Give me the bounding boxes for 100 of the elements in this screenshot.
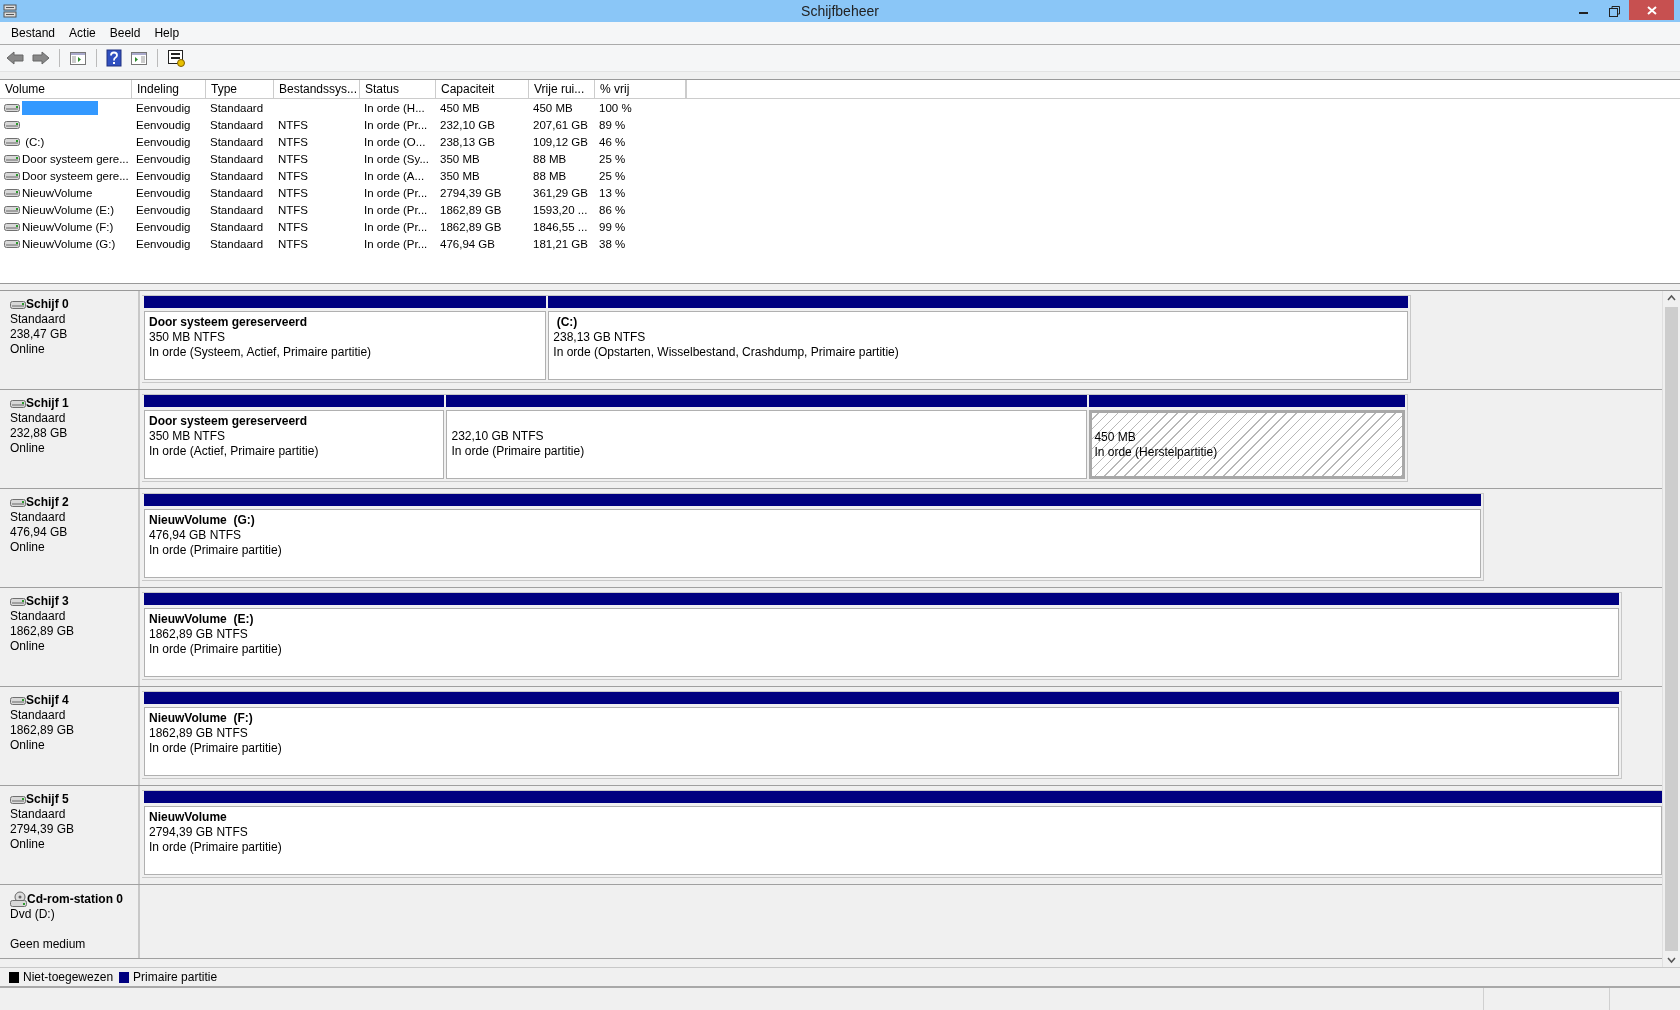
menu-item[interactable]: Beeld	[102, 24, 148, 42]
properties-button[interactable]	[165, 47, 187, 69]
volume-name: Door systeem gere...	[22, 169, 129, 182]
table-cell-text: Standaard	[209, 168, 265, 184]
disk-size: 2794,39 GB	[10, 822, 76, 837]
table-cell-text: Standaard	[209, 236, 265, 252]
table-cell-text: Standaard	[209, 202, 265, 218]
column-header[interactable]: Volume	[0, 80, 132, 98]
table-cell-text: 86 %	[598, 202, 627, 218]
column-header[interactable]: Vrije rui...	[529, 80, 595, 98]
partition-status: In orde (Primaire partitie)	[451, 444, 586, 459]
table-cell-text: NTFS	[277, 134, 310, 150]
drive-icon	[4, 187, 20, 198]
partition-block[interactable]: NieuwVolume (F:) 1862,89 GB NTFS In orde (Primaire partitie)	[144, 707, 1620, 776]
disk-name: Schijf 4	[26, 693, 69, 708]
column-header[interactable]: Capaciteit	[436, 80, 529, 98]
partition-block[interactable]: Door systeem gereserveerd 350 MB NTFS In orde (Actief, Primaire partitie)	[144, 410, 445, 479]
disk-type: Standaard	[10, 510, 67, 525]
drive-icon	[4, 102, 20, 113]
partition-status: In orde (Herstelpartitie)	[1094, 445, 1219, 460]
table-cell-text: 450 MB	[439, 100, 481, 116]
menu-item[interactable]: Help	[147, 24, 187, 42]
partition-status: In orde (Opstarten, Wisselbestand, Crashdump, Primaire partitie)	[553, 345, 900, 360]
partition-block[interactable]: Door systeem gereserveerd 350 MB NTFS In orde (Systeem, Actief, Primaire partitie)	[144, 311, 547, 380]
disk-size: 238,47 GB	[10, 327, 69, 342]
disk-status: Online	[10, 837, 46, 852]
table-cell-text: 88 MB	[532, 168, 568, 184]
table-cell-text: 109,12 GB	[532, 134, 589, 150]
volume-name: (C:)	[24, 135, 45, 148]
column-header[interactable]: Type	[206, 80, 274, 98]
partition-block[interactable]: NieuwVolume 2794,39 GB NTFS In orde (Primaire partitie)	[144, 806, 1662, 875]
legend-label: Primaire partitie	[133, 970, 218, 984]
disk-management-icon	[3, 4, 17, 18]
table-cell-text: Standaard	[209, 151, 265, 167]
table-cell-text: In orde (Pr...	[363, 117, 429, 133]
table-cell-text: NTFS	[277, 117, 310, 133]
column-header[interactable]: % vrij	[595, 80, 686, 98]
table-cell-text: 1846,55 ...	[532, 219, 589, 235]
selection-highlight[interactable]	[22, 100, 98, 115]
table-cell-text: 25 %	[598, 151, 627, 167]
partition-block[interactable]: NieuwVolume (E:) 1862,89 GB NTFS In orde (Primaire partitie)	[144, 608, 1620, 677]
table-cell-text: Eenvoudig	[135, 185, 192, 201]
disk-type: Standaard	[10, 312, 67, 327]
partition-block[interactable]: 232,10 GB NTFS In orde (Primaire partitie)	[446, 410, 1088, 479]
table-cell-text: In orde (Pr...	[363, 185, 429, 201]
close-icon	[1646, 5, 1657, 15]
table-cell-text: Eenvoudig	[135, 236, 192, 252]
column-header[interactable]: Bestandssys...	[274, 80, 360, 98]
drive-icon	[4, 170, 20, 181]
volume-name: NieuwVolume (F:)	[22, 220, 114, 233]
partition-block[interactable]: NieuwVolume (G:) 476,94 GB NTFS In orde (Primaire partitie)	[144, 509, 1482, 578]
disk-name: Schijf 1	[26, 396, 69, 411]
table-cell-text: Eenvoudig	[135, 168, 192, 184]
table-cell-text: In orde (Pr...	[363, 202, 429, 218]
partition-status: In orde (Primaire partitie)	[149, 642, 283, 657]
partition-size: 1862,89 GB NTFS	[149, 627, 249, 642]
table-cell-text: In orde (Pr...	[363, 219, 429, 235]
menu-item[interactable]: Actie	[62, 24, 103, 42]
menu-item[interactable]: Bestand	[4, 24, 63, 42]
volume-name: NieuwVolume	[22, 186, 93, 199]
disk-type: Standaard	[10, 609, 67, 624]
column-header[interactable]: Indeling	[132, 80, 206, 98]
table-cell-text: Eenvoudig	[135, 117, 192, 133]
partition-size: 350 MB NTFS	[149, 429, 227, 444]
partition-title: Door systeem gereserveerd	[149, 414, 309, 429]
table-cell-text: 361,29 GB	[532, 185, 589, 201]
table-cell-text: 1862,89 GB	[439, 202, 503, 218]
partition-status: In orde (Primaire partitie)	[149, 543, 283, 558]
table-cell-text: 46 %	[598, 134, 627, 150]
table-cell-text: In orde (A...	[363, 168, 426, 184]
disk-type: Standaard	[10, 411, 67, 426]
back-button[interactable]	[4, 48, 26, 68]
disk-type: Standaard	[10, 807, 67, 822]
partition-block[interactable]: 450 MB In orde (Herstelpartitie)	[1089, 410, 1406, 479]
column-header[interactable]: Status	[360, 80, 436, 98]
partition-block[interactable]: (C:) 238,13 GB NTFS In orde (Opstarten, Wisselbestand, Crashdump, Primaire partitie)	[548, 311, 1409, 380]
partition-title: Door systeem gereserveerd	[149, 315, 309, 330]
table-cell-text: 1593,20 ...	[532, 202, 589, 218]
disk-name: Schijf 3	[26, 594, 69, 609]
table-cell-text: 350 MB	[439, 168, 481, 184]
table-cell-text: 25 %	[598, 168, 627, 184]
forward-button[interactable]	[30, 48, 52, 68]
table-cell-text: 207,61 GB	[532, 117, 589, 133]
disk-status: Online	[10, 738, 46, 753]
table-cell-text: 99 %	[598, 219, 627, 235]
table-cell-text: Standaard	[209, 100, 265, 116]
partition-status: In orde (Systeem, Actief, Primaire partitie)	[149, 345, 373, 360]
table-cell-text: 89 %	[598, 117, 627, 133]
table-cell-text: In orde (Sy...	[363, 151, 430, 167]
disk-status: Geen medium	[10, 937, 87, 952]
partition-size: 450 MB	[1094, 430, 1137, 445]
legend-label: Niet-toegewezen	[23, 970, 114, 984]
disk-name: Cd-rom-station 0	[27, 891, 123, 907]
cd-drive-icon	[10, 891, 27, 907]
volume-name: NieuwVolume (E:)	[22, 203, 115, 216]
partition-status: In orde (Actief, Primaire partitie)	[149, 444, 320, 459]
help-button[interactable]	[104, 47, 124, 69]
table-cell-text: In orde (Pr...	[363, 236, 429, 252]
close-button[interactable]	[1629, 0, 1674, 20]
table-cell-text: NTFS	[277, 202, 310, 218]
